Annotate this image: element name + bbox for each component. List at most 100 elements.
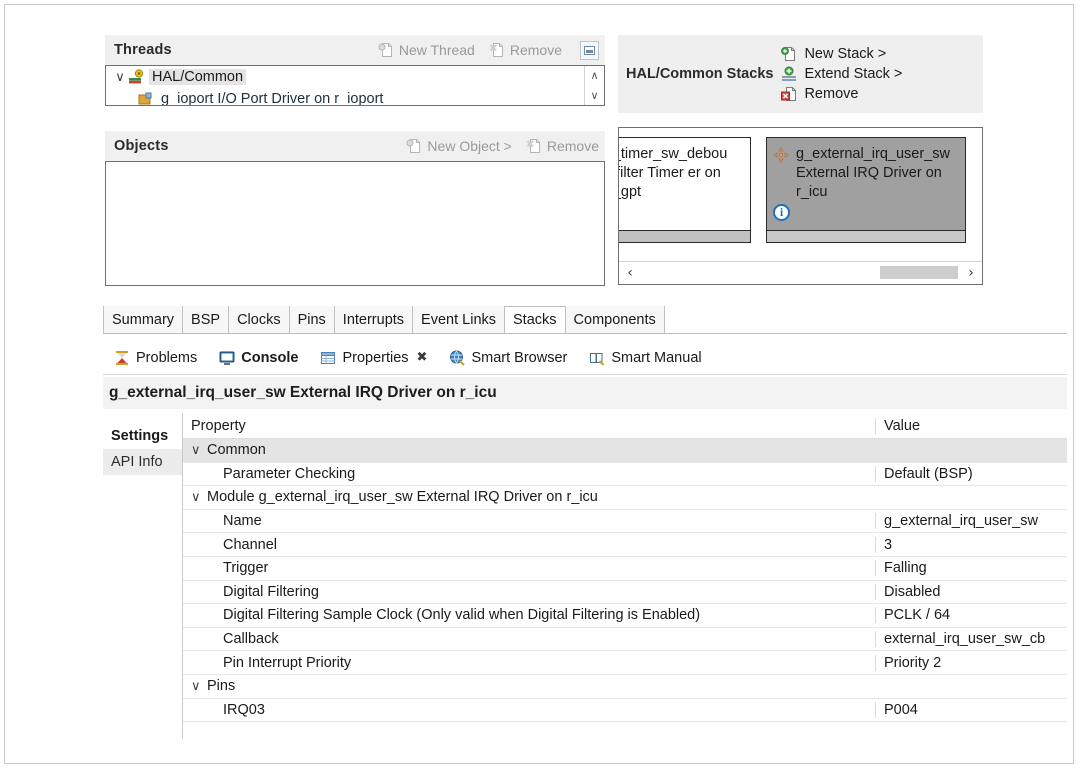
tab-bsp[interactable]: BSP xyxy=(183,306,229,333)
remove-thread-label: Remove xyxy=(510,42,562,58)
view-tab-smart-manual[interactable]: Smart Manual xyxy=(578,341,712,374)
table-row[interactable]: Trigger Falling xyxy=(183,557,1067,581)
value-cell[interactable]: PCLK / 64 xyxy=(875,607,1067,623)
table-row[interactable]: Name g_external_irq_user_sw xyxy=(183,510,1067,534)
table-row[interactable]: Parameter Checking Default (BSP) xyxy=(183,463,1067,487)
remove-object-icon xyxy=(526,138,542,154)
chevron-down-icon[interactable]: ∨ xyxy=(191,490,207,505)
remove-stack-button[interactable]: Remove xyxy=(781,86,902,102)
threads-tree-clipped-row: g_ioport I/O Port Driver on r_ioport xyxy=(106,88,604,106)
table-row[interactable]: Pin Interrupt Priority Priority 2 xyxy=(183,651,1067,675)
chevron-down-icon[interactable]: ∨ xyxy=(191,443,207,458)
view-tab-console[interactable]: Console xyxy=(208,341,309,374)
table-row[interactable]: Digital Filtering Sample Clock (Only val… xyxy=(183,604,1067,628)
value-cell[interactable]: 3 xyxy=(875,537,1067,553)
tab-label: Stacks xyxy=(513,312,557,328)
configuration-tabs: Summary BSP Clocks Pins Interrupts Event… xyxy=(103,306,1067,333)
extend-stack-icon xyxy=(781,66,797,82)
tab-pins[interactable]: Pins xyxy=(290,306,335,333)
scroll-down-icon[interactable]: ∨ xyxy=(590,89,598,102)
column-header-property: Property xyxy=(183,418,875,434)
value-cell[interactable]: Disabled xyxy=(875,584,1067,600)
value-cell[interactable]: Default (BSP) xyxy=(875,466,1067,482)
new-stack-button[interactable]: New Stack > xyxy=(781,46,902,62)
scroll-up-icon[interactable]: ∧ xyxy=(590,69,598,82)
extend-stack-label: Extend Stack > xyxy=(804,66,902,82)
collapse-all-icon[interactable] xyxy=(580,41,599,60)
new-stack-label: New Stack > xyxy=(804,46,886,62)
threads-panel-header: Threads New Thread xyxy=(105,35,605,65)
scrollbar-track[interactable] xyxy=(641,262,960,284)
objects-list[interactable] xyxy=(105,161,605,286)
tab-clocks[interactable]: Clocks xyxy=(229,306,290,333)
chevron-down-icon[interactable]: ∨ xyxy=(112,70,128,85)
new-thread-label: New Thread xyxy=(399,42,475,58)
tab-components[interactable]: Components xyxy=(566,306,665,333)
tab-stacks[interactable]: Stacks xyxy=(505,306,566,333)
value-cell[interactable]: external_irq_user_sw_cb xyxy=(875,631,1067,647)
objects-panel: Objects New Object > xyxy=(105,131,605,286)
property-cell: ∨ Common xyxy=(183,442,875,458)
module-icon xyxy=(138,92,153,106)
threads-tree[interactable]: ∨ HAL/Common xyxy=(105,65,605,106)
stack-card-body: )_timer_sw_debou _filter Timer er on r_g… xyxy=(618,138,750,230)
new-thread-button[interactable]: New Thread xyxy=(378,42,475,58)
scroll-right-icon[interactable]: › xyxy=(960,265,982,281)
threads-tree-item-hal-common[interactable]: ∨ HAL/Common xyxy=(106,66,604,88)
threads-panel: Threads New Thread xyxy=(105,35,605,106)
chevron-down-icon[interactable]: ∨ xyxy=(191,679,207,694)
app-frame: Threads New Thread xyxy=(4,4,1074,764)
scrollbar-thumb[interactable] xyxy=(880,266,958,279)
table-row[interactable]: ∨ Pins xyxy=(183,675,1067,699)
remove-thread-button[interactable]: Remove xyxy=(489,42,562,58)
table-row[interactable]: Channel 3 xyxy=(183,533,1067,557)
value-cell[interactable]: g_external_irq_user_sw xyxy=(875,513,1067,529)
objects-panel-actions: New Object > Remove xyxy=(406,138,599,154)
tab-event-links[interactable]: Event Links xyxy=(413,306,505,333)
threads-tree-scrollbar[interactable]: ∧ ∨ xyxy=(584,66,604,105)
value-cell[interactable]: Priority 2 xyxy=(875,655,1067,671)
value-cell[interactable]: P004 xyxy=(875,702,1067,718)
view-tab-problems[interactable]: Problems xyxy=(103,341,208,374)
new-stack-icon xyxy=(781,46,797,62)
tab-label: Clocks xyxy=(237,312,281,328)
side-tab-settings[interactable]: Settings xyxy=(103,423,182,449)
table-row[interactable]: Digital Filtering Disabled xyxy=(183,581,1067,605)
threads-tree-item-ioport[interactable]: g_ioport I/O Port Driver on r_ioport xyxy=(106,88,604,106)
stack-card-external-irq-user-sw[interactable]: g_external_irq_user_sw External IRQ Driv… xyxy=(766,137,966,243)
tab-interrupts[interactable]: Interrupts xyxy=(335,306,413,333)
new-object-button[interactable]: New Object > xyxy=(406,138,511,154)
stacks-canvas[interactable]: )_timer_sw_debou _filter Timer er on r_g… xyxy=(618,127,983,285)
smart-manual-icon xyxy=(589,350,605,366)
side-tab-api-info[interactable]: API Info xyxy=(103,449,182,475)
properties-table[interactable]: Property Value ∨ Common Parameter Checki… xyxy=(183,413,1067,739)
stack-card-timer-sw-debounce[interactable]: )_timer_sw_debou _filter Timer er on r_g… xyxy=(618,137,751,243)
tab-summary[interactable]: Summary xyxy=(103,306,183,333)
table-row[interactable]: ∨ Common xyxy=(183,439,1067,463)
scroll-left-icon[interactable]: ‹ xyxy=(619,265,641,281)
view-tab-properties[interactable]: Properties ✖ xyxy=(309,341,438,374)
extend-stack-button[interactable]: Extend Stack > xyxy=(781,66,902,82)
hal-common-stacks-panel: HAL/Common Stacks New Stack > xyxy=(618,35,983,285)
view-tab-label: Properties xyxy=(342,350,408,366)
stack-card-footer xyxy=(618,230,750,242)
view-tab-label: Smart Manual xyxy=(611,350,701,366)
view-tabbar: Problems Console Properties ✖ xyxy=(103,341,1067,375)
table-row[interactable]: ∨ Module g_external_irq_user_sw External… xyxy=(183,486,1067,510)
smart-browser-icon xyxy=(449,350,465,366)
view-tab-smart-browser[interactable]: Smart Browser xyxy=(438,341,578,374)
table-row[interactable]: Callback external_irq_user_sw_cb xyxy=(183,628,1067,652)
property-label: Common xyxy=(207,442,266,458)
remove-object-button[interactable]: Remove xyxy=(526,138,599,154)
close-icon[interactable]: ✖ xyxy=(417,350,428,365)
stacks-horizontal-scrollbar[interactable]: ‹ › xyxy=(619,261,982,284)
stacks-panel-header: HAL/Common Stacks New Stack > xyxy=(618,35,983,113)
stacks-panel-actions: New Stack > Extend Stack > xyxy=(781,46,902,102)
value-cell[interactable]: Falling xyxy=(875,560,1067,576)
table-row[interactable]: IRQ03 P004 xyxy=(183,699,1067,723)
property-label: Pins xyxy=(207,678,235,694)
info-badge-icon[interactable]: i xyxy=(773,204,790,221)
stack-card-footer xyxy=(767,230,965,242)
stacks-configuration-area: Threads New Thread xyxy=(5,5,1073,299)
remove-stack-icon xyxy=(781,86,797,102)
